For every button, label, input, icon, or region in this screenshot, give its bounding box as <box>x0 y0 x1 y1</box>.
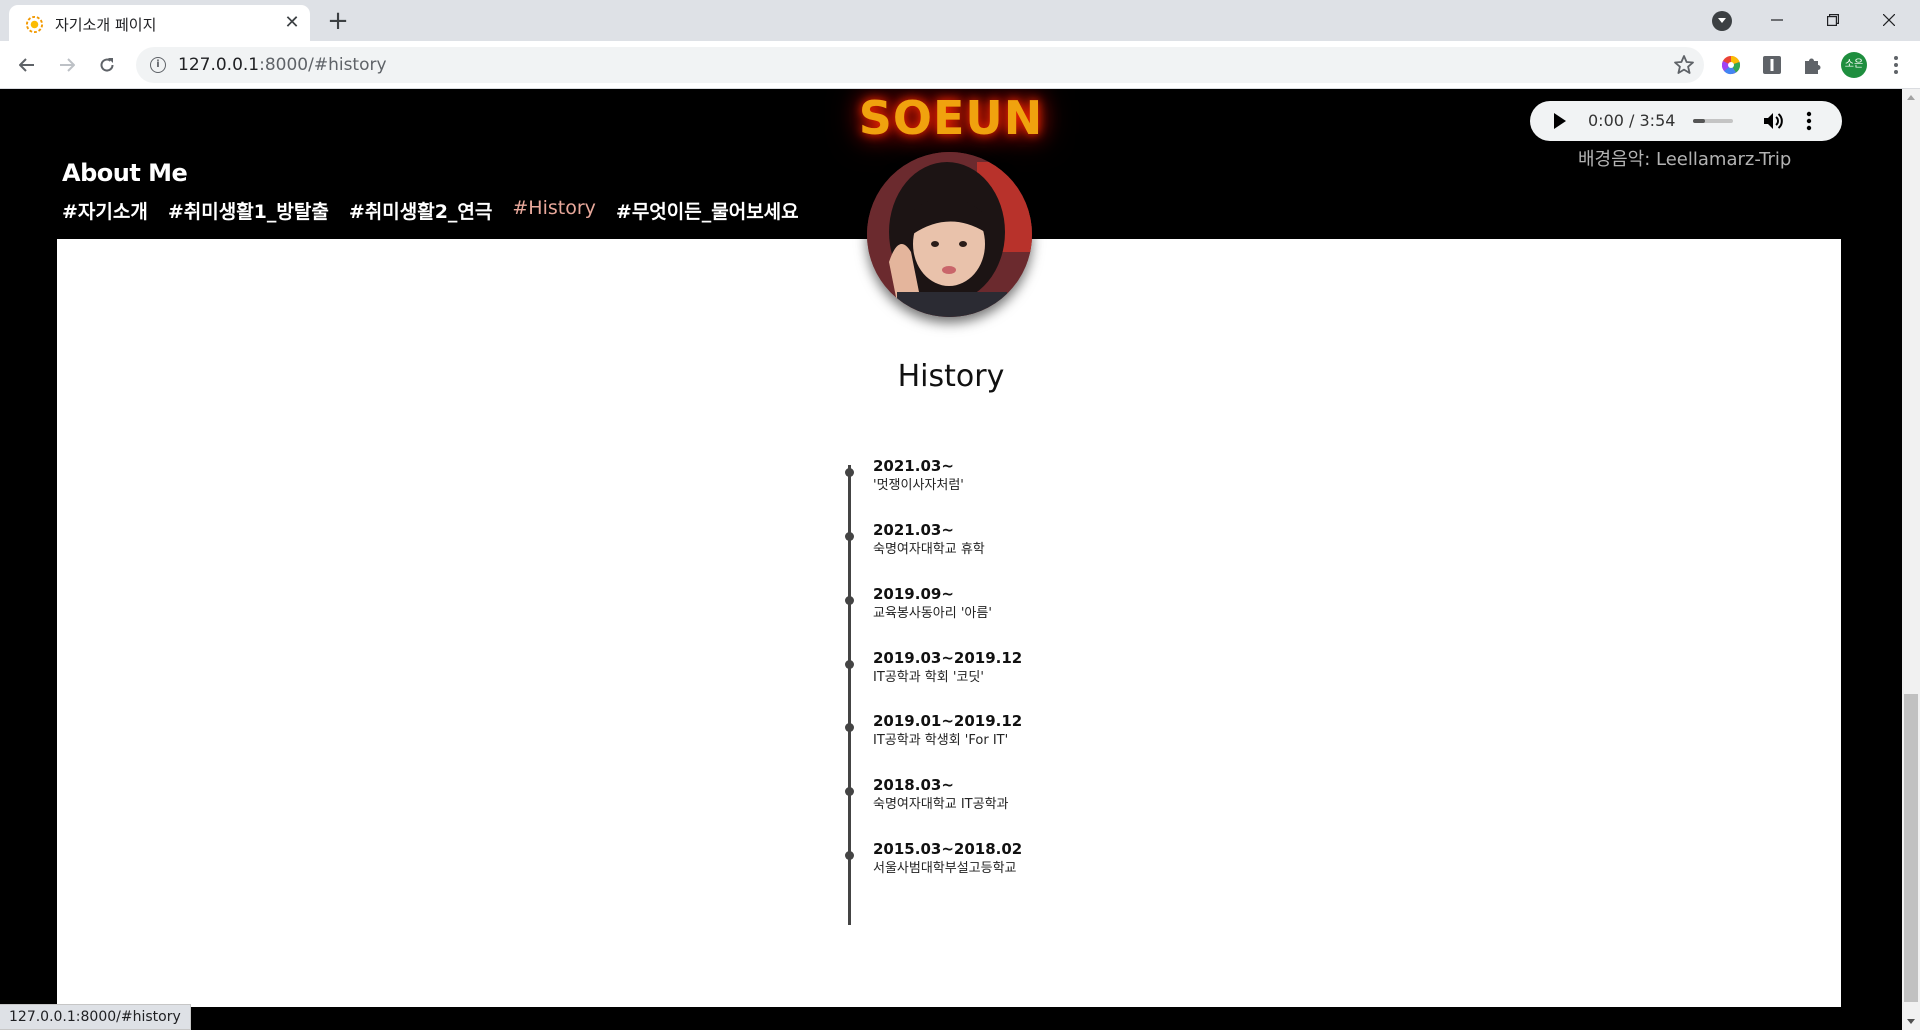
browser-tab-strip: 자기소개 페이지 ✕ + <box>0 0 1920 41</box>
timeline-dot <box>845 787 854 796</box>
timeline-item: 2015.03~2018.02 서울사범대학부설고등학교 <box>873 839 1022 879</box>
timeline-item: 2019.03~2019.12 IT공학과 학회 '코딧' <box>873 648 1022 688</box>
audio-time: 0:00 / 3:54 <box>1588 111 1676 130</box>
scroll-up-arrow-icon[interactable] <box>1907 95 1915 100</box>
timeline-date: 2021.03~ <box>873 521 954 539</box>
timeline-date: 2019.03~2019.12 <box>873 649 1023 667</box>
timeline-date: 2015.03~2018.02 <box>873 840 1023 858</box>
bookmark-star-icon[interactable] <box>1672 53 1696 77</box>
about-me-heading: About Me <box>62 159 188 187</box>
timeline-item: 2021.03~ 숙명여자대학교 휴학 <box>873 520 985 560</box>
timeline-date: 2019.01~2019.12 <box>873 712 1023 730</box>
timeline-description: 숙명여자대학교 IT공학과 <box>873 797 1009 812</box>
restore-button[interactable] <box>1810 4 1856 36</box>
page-scrollbar[interactable] <box>1902 89 1920 1030</box>
tab-search-button[interactable] <box>1712 11 1732 31</box>
tab-title: 자기소개 페이지 <box>55 16 157 34</box>
timeline-description: IT공학과 학회 '코딧' <box>873 670 984 685</box>
section-nav: #자기소개 #취미생활1_방탈출 #취미생활2_연극 #History #무엇이… <box>62 197 799 224</box>
profile-photo-image <box>867 152 1032 317</box>
address-bar[interactable]: i 127.0.0.1:8000/#history <box>136 47 1704 83</box>
background-music-caption: 배경음악: Leellamarz-Trip <box>1578 149 1792 170</box>
timeline-description: IT공학과 학생회 'For IT' <box>873 733 1009 748</box>
nav-link-hobby-escape-room[interactable]: #취미생활1_방탈출 <box>168 197 329 224</box>
back-button[interactable] <box>12 50 42 80</box>
forward-arrow-icon <box>60 58 75 72</box>
page-viewport: SOEUN About Me #자기소개 #취미생활1_방탈출 #취미생활2_연… <box>0 89 1902 1030</box>
tab-close-icon[interactable]: ✕ <box>281 12 303 34</box>
chevron-down-icon <box>1718 18 1726 23</box>
nav-link-intro[interactable]: #자기소개 <box>62 197 148 224</box>
timeline-date: 2019.09~ <box>873 585 954 603</box>
reload-icon <box>100 58 114 72</box>
timeline-item: 2019.01~2019.12 IT공학과 학생회 'For IT' <box>873 711 1022 751</box>
url-path: :8000/#history <box>259 55 387 75</box>
play-icon[interactable] <box>1554 113 1566 129</box>
scrollbar-thumb[interactable] <box>1904 694 1918 1002</box>
scroll-down-arrow-icon[interactable] <box>1907 1019 1915 1024</box>
nav-link-history[interactable]: #History <box>512 197 596 224</box>
timeline-dot <box>845 660 854 669</box>
reader-extension-icon[interactable] <box>1761 54 1783 76</box>
site-info-icon[interactable]: i <box>150 57 166 73</box>
status-bar-url: 127.0.0.1:8000/#history <box>0 1004 191 1030</box>
restore-icon <box>1827 14 1839 26</box>
lion-favicon-icon <box>25 15 44 34</box>
minimize-icon <box>1771 19 1783 21</box>
timeline-dot <box>845 532 854 541</box>
timeline-date: 2021.03~ <box>873 457 954 475</box>
timeline-dot <box>845 851 854 860</box>
color-wheel-extension-icon[interactable] <box>1720 54 1742 76</box>
reload-button[interactable] <box>92 50 122 80</box>
history-title: History <box>897 359 1005 394</box>
volume-icon[interactable] <box>1762 111 1784 131</box>
timeline-item: 2019.09~ 교육봉사동아리 '아름' <box>873 584 992 624</box>
timeline-item: 2018.03~ 숙명여자대학교 IT공학과 <box>873 775 1009 815</box>
browser-menu-icon[interactable] <box>1884 53 1908 77</box>
nav-link-hobby-theater[interactable]: #취미생활2_연극 <box>349 197 493 224</box>
profile-photo <box>867 152 1032 317</box>
timeline-dot <box>845 723 854 732</box>
timeline-description: 서울사범대학부설고등학교 <box>873 861 1017 876</box>
url-host: 127.0.0.1 <box>178 55 260 75</box>
audio-progress-slider[interactable] <box>1693 119 1733 123</box>
timeline-date: 2018.03~ <box>873 776 954 794</box>
url-text[interactable]: 127.0.0.1:8000/#history <box>178 55 387 75</box>
close-window-button[interactable] <box>1866 4 1912 36</box>
close-icon <box>1883 14 1895 26</box>
nav-link-ask-anything[interactable]: #무엇이든_물어보세요 <box>616 197 799 224</box>
timeline-dot <box>845 596 854 605</box>
timeline-dot <box>845 468 854 477</box>
profile-avatar[interactable]: 소은 <box>1841 52 1867 78</box>
browser-tab[interactable]: 자기소개 페이지 ✕ <box>9 5 310 41</box>
extensions-puzzle-icon[interactable] <box>1801 54 1823 76</box>
timeline-item: 2021.03~ '멋쟁이사자처럼' <box>873 456 964 496</box>
timeline-description: '멋쟁이사자처럼' <box>873 478 964 493</box>
back-arrow-icon <box>19 58 34 72</box>
timeline-description: 교육봉사동아리 '아름' <box>873 606 992 621</box>
timeline-description: 숙명여자대학교 휴학 <box>873 542 985 557</box>
browser-toolbar: i 127.0.0.1:8000/#history 소은 <box>0 41 1920 89</box>
audio-more-options-icon[interactable] <box>1806 110 1812 132</box>
audio-player: 0:00 / 3:54 <box>1530 101 1842 141</box>
new-tab-button[interactable]: + <box>323 6 353 36</box>
audio-progress-fill <box>1693 119 1705 123</box>
forward-button[interactable] <box>52 50 82 80</box>
minimize-button[interactable] <box>1754 4 1800 36</box>
